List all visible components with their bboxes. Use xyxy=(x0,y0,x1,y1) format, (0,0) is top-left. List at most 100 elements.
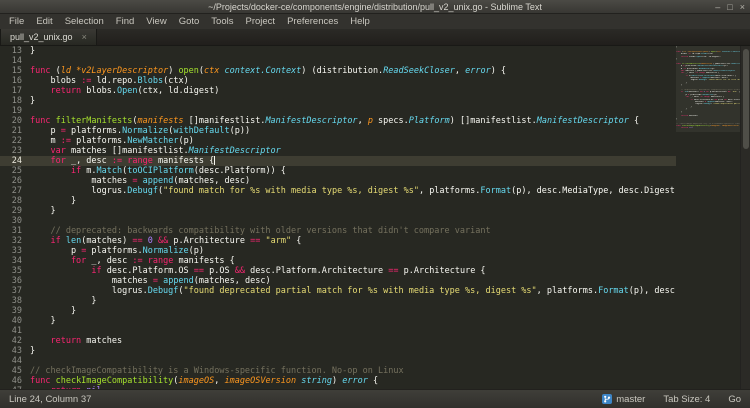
code-line[interactable]: } xyxy=(30,206,676,216)
menu-item-view[interactable]: View xyxy=(140,14,172,29)
code-line[interactable]: } xyxy=(30,96,676,106)
line-number[interactable]: 33 xyxy=(0,246,30,256)
window-controls: – □ × xyxy=(715,0,745,14)
line-number[interactable]: 44 xyxy=(0,356,30,366)
line-number[interactable]: 45 xyxy=(0,366,30,376)
line-number[interactable]: 21 xyxy=(0,126,30,136)
line-number[interactable]: 14 xyxy=(0,56,30,66)
line-number[interactable]: 41 xyxy=(0,326,30,336)
text-cursor xyxy=(214,156,215,165)
line-number[interactable]: 16 xyxy=(0,76,30,86)
code-line[interactable]: return blobs.Open(ctx, ld.digest) xyxy=(30,86,676,96)
code-line[interactable]: var matches []manifestlist.ManifestDescr… xyxy=(30,146,676,156)
menu-item-selection[interactable]: Selection xyxy=(59,14,110,29)
minimap-viewport[interactable] xyxy=(676,46,740,132)
line-number[interactable]: 19 xyxy=(0,106,30,116)
code-line[interactable]: func filterManifests(manifests []manifes… xyxy=(30,116,676,126)
code-line[interactable]: blobs := ld.repo.Blobs(ctx) xyxy=(30,76,676,86)
git-branch[interactable]: master xyxy=(602,394,645,405)
line-number[interactable]: 13 xyxy=(0,46,30,56)
syntax-indicator[interactable]: Go xyxy=(728,394,741,405)
menu-item-preferences[interactable]: Preferences xyxy=(281,14,344,29)
git-branch-label: master xyxy=(616,394,645,405)
line-number[interactable]: 38 xyxy=(0,296,30,306)
code-line[interactable]: p = platforms.Normalize(withDefault(p)) xyxy=(30,126,676,136)
tab-size-indicator[interactable]: Tab Size: 4 xyxy=(663,394,710,405)
menu-item-file[interactable]: File xyxy=(3,14,30,29)
line-number[interactable]: 25 xyxy=(0,166,30,176)
line-number[interactable]: 26 xyxy=(0,176,30,186)
code-line[interactable]: // deprecated: backwards compatibility w… xyxy=(30,226,676,236)
code-line[interactable]: matches = append(matches, desc) xyxy=(30,276,676,286)
line-number[interactable]: 15 xyxy=(0,66,30,76)
code-line[interactable] xyxy=(30,326,676,336)
line-number[interactable]: 27 xyxy=(0,186,30,196)
code-line[interactable]: func (ld *v2LayerDescriptor) open(ctx co… xyxy=(30,66,676,76)
menu-bar: File Edit Selection Find View Goto Tools… xyxy=(0,14,750,29)
line-number[interactable]: 42 xyxy=(0,336,30,346)
menu-item-find[interactable]: Find xyxy=(110,14,140,29)
menu-item-tools[interactable]: Tools xyxy=(205,14,239,29)
code-line[interactable]: } xyxy=(30,46,676,56)
line-number[interactable]: 40 xyxy=(0,316,30,326)
line-number[interactable]: 47 xyxy=(0,386,30,389)
line-number[interactable]: 28 xyxy=(0,196,30,206)
code-line[interactable]: for _, desc := range manifests { xyxy=(30,256,676,266)
code-line[interactable]: } xyxy=(30,196,676,206)
code-line[interactable] xyxy=(30,356,676,366)
line-number[interactable]: 29 xyxy=(0,206,30,216)
code-line[interactable]: } xyxy=(30,316,676,326)
code-line[interactable]: matches = append(matches, desc) xyxy=(30,176,676,186)
line-number[interactable]: 43 xyxy=(0,346,30,356)
line-number[interactable]: 39 xyxy=(0,306,30,316)
line-number[interactable]: 24 xyxy=(0,156,30,166)
code-line[interactable]: } xyxy=(30,296,676,306)
status-bar: Line 24, Column 37 master Tab Size: 4 Go xyxy=(0,389,750,408)
line-number[interactable]: 34 xyxy=(0,256,30,266)
gutter[interactable]: 1314151617181920212223242526272829303132… xyxy=(0,46,30,389)
code-line[interactable]: return matches xyxy=(30,336,676,346)
code-line[interactable]: m := platforms.NewMatcher(p) xyxy=(30,136,676,146)
menu-item-goto[interactable]: Goto xyxy=(173,14,206,29)
line-number[interactable]: 17 xyxy=(0,86,30,96)
line-number[interactable]: 46 xyxy=(0,376,30,386)
code-line[interactable]: p = platforms.Normalize(p) xyxy=(30,246,676,256)
tab-close-icon[interactable]: × xyxy=(82,32,87,42)
menu-item-edit[interactable]: Edit xyxy=(30,14,58,29)
menu-item-project[interactable]: Project xyxy=(239,14,281,29)
code-line[interactable]: // checkImageCompatibility is a Windows-… xyxy=(30,366,676,376)
maximize-button[interactable]: □ xyxy=(727,0,732,14)
code-line[interactable]: return nil xyxy=(30,386,676,389)
code-line[interactable]: logrus.Debugf("found match for %s with m… xyxy=(30,186,676,196)
line-number[interactable]: 20 xyxy=(0,116,30,126)
line-number[interactable]: 31 xyxy=(0,226,30,236)
code-line[interactable]: if len(matches) == 0 && p.Architecture =… xyxy=(30,236,676,246)
line-number[interactable]: 22 xyxy=(0,136,30,146)
scrollbar-track[interactable] xyxy=(740,46,750,389)
line-number[interactable]: 32 xyxy=(0,236,30,246)
code-line[interactable] xyxy=(30,56,676,66)
code-line[interactable]: if m.Match(toOCIPlatform(desc.Platform))… xyxy=(30,166,676,176)
minimap[interactable]: }func (ld *v2LayerDescriptor) open(ctx c… xyxy=(676,46,740,389)
line-number[interactable]: 36 xyxy=(0,276,30,286)
code-line[interactable]: func checkImageCompatibility(imageOS, im… xyxy=(30,376,676,386)
close-button[interactable]: × xyxy=(740,0,745,14)
code-line[interactable]: } xyxy=(30,306,676,316)
line-number[interactable]: 35 xyxy=(0,266,30,276)
code-line[interactable]: for _, desc := range manifests { xyxy=(30,156,676,166)
minimize-button[interactable]: – xyxy=(715,0,720,14)
code-line[interactable]: logrus.Debugf("found deprecated partial … xyxy=(30,286,676,296)
code-line[interactable] xyxy=(30,216,676,226)
code-line[interactable]: if desc.Platform.OS == p.OS && desc.Plat… xyxy=(30,266,676,276)
code-area[interactable]: } func (ld *v2LayerDescriptor) open(ctx c… xyxy=(30,46,676,389)
menu-item-help[interactable]: Help xyxy=(344,14,376,29)
scrollbar-thumb[interactable] xyxy=(743,49,749,149)
line-number[interactable]: 18 xyxy=(0,96,30,106)
line-number[interactable]: 23 xyxy=(0,146,30,156)
git-branch-icon xyxy=(602,394,612,404)
code-line[interactable]: } xyxy=(30,346,676,356)
tab-pull-v2-unix-go[interactable]: pull_v2_unix.go × xyxy=(0,29,97,45)
code-line[interactable] xyxy=(30,106,676,116)
line-number[interactable]: 30 xyxy=(0,216,30,226)
line-number[interactable]: 37 xyxy=(0,286,30,296)
